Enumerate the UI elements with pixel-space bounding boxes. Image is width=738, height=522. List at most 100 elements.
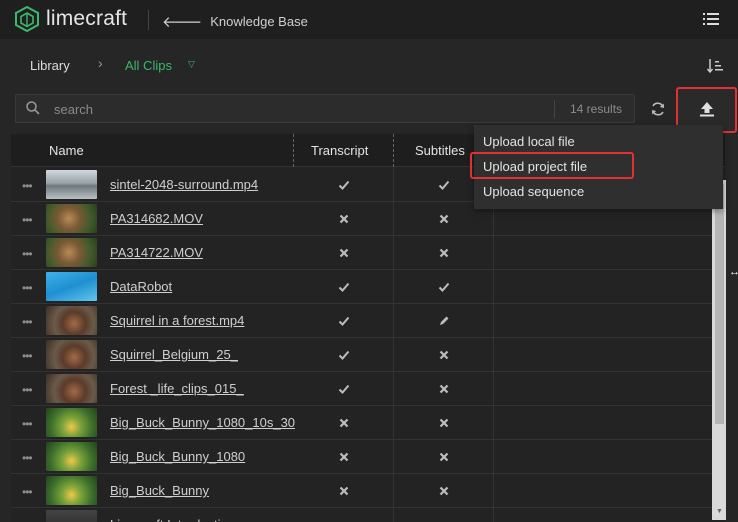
clip-name-link[interactable]: Big_Buck_Bunny_1080_10s_30 — [110, 415, 295, 430]
clip-thumbnail[interactable] — [46, 204, 97, 233]
clip-thumbnail[interactable] — [46, 374, 97, 403]
knowledge-base-link[interactable]: 🡐 Knowledge Base — [162, 12, 308, 31]
subtitles-pencil-icon[interactable] — [438, 314, 450, 326]
subtitles-cross-icon — [438, 212, 450, 224]
breadcrumb-library[interactable]: Library — [30, 58, 70, 73]
table-row[interactable]: •••Limecraft Introduction — [11, 508, 725, 522]
clip-name-link[interactable]: Limecraft Introduction — [110, 517, 295, 522]
scrollbar[interactable]: ▼ — [712, 180, 726, 520]
header-divider — [148, 10, 149, 30]
row-actions-icon[interactable]: ••• — [22, 213, 33, 227]
clip-name-link[interactable]: Squirrel in a forest.mp4 — [110, 313, 295, 328]
sort-icon[interactable] — [707, 58, 723, 74]
column-divider — [493, 338, 494, 372]
clip-thumbnail[interactable] — [46, 238, 97, 267]
search-input[interactable] — [54, 101, 534, 117]
transcript-check-icon — [338, 280, 350, 292]
search-divider — [554, 100, 555, 118]
clip-name-link[interactable]: Big_Buck_Bunny — [110, 483, 295, 498]
table-row[interactable]: ••• Forest _life_clips_015_ — [11, 372, 725, 406]
resize-cursor-icon: ↔ — [729, 266, 738, 278]
transcript-check-icon — [338, 348, 350, 360]
row-actions-icon[interactable]: ••• — [22, 451, 33, 465]
column-divider — [393, 338, 394, 372]
clip-thumbnail[interactable] — [46, 272, 97, 301]
clip-thumbnail[interactable] — [46, 408, 97, 437]
column-divider — [393, 236, 394, 270]
clip-thumbnail[interactable] — [46, 510, 97, 522]
column-divider — [393, 304, 394, 338]
breadcrumb-all-clips[interactable]: All Clips — [125, 58, 172, 73]
clip-name-link[interactable]: Squirrel_Belgium_25_ — [110, 347, 295, 362]
column-divider — [493, 270, 494, 304]
column-divider — [493, 236, 494, 270]
clip-thumbnail[interactable] — [46, 340, 97, 369]
transcript-check-icon — [338, 314, 350, 326]
top-bar: limecraft 🡐 Knowledge Base — [0, 0, 738, 39]
clip-name-link[interactable]: sintel-2048-surround.mp4 — [110, 177, 295, 192]
upload-sequence-item[interactable]: Upload sequence — [483, 184, 584, 199]
row-actions-icon[interactable]: ••• — [22, 247, 33, 261]
row-actions-icon[interactable]: ••• — [22, 179, 33, 193]
list-menu-icon[interactable] — [703, 12, 719, 26]
column-resize-handle[interactable] — [393, 134, 394, 167]
column-divider — [393, 508, 394, 522]
column-divider — [393, 440, 394, 474]
row-actions-icon[interactable]: ••• — [22, 349, 33, 363]
row-actions-icon[interactable]: ••• — [22, 383, 33, 397]
column-divider — [493, 474, 494, 508]
refresh-icon[interactable] — [650, 101, 666, 117]
column-header-transcript[interactable]: Transcript — [311, 143, 368, 158]
column-resize-handle[interactable] — [293, 134, 294, 167]
app-logo[interactable]: limecraft — [14, 6, 127, 32]
clip-thumbnail[interactable] — [46, 170, 97, 199]
transcript-cross-icon — [338, 212, 350, 224]
column-divider — [493, 440, 494, 474]
clip-thumbnail[interactable] — [46, 306, 97, 335]
transcript-cross-icon — [338, 450, 350, 462]
upload-icon — [700, 102, 714, 117]
column-divider — [493, 304, 494, 338]
knowledge-base-label: Knowledge Base — [210, 14, 308, 29]
subtitles-cross-icon — [438, 450, 450, 462]
clip-name-link[interactable]: Forest _life_clips_015_ — [110, 381, 295, 396]
transcript-cross-icon — [338, 484, 350, 496]
clip-name-link[interactable]: Big_Buck_Bunny_1080 — [110, 449, 295, 464]
limecraft-logo-icon — [15, 6, 39, 32]
column-divider — [493, 508, 494, 522]
table-row[interactable]: ••• DataRobot — [11, 270, 725, 304]
clip-name-link[interactable]: PA314722.MOV — [110, 245, 295, 260]
clip-name-link[interactable]: DataRobot — [110, 279, 295, 294]
table-row[interactable]: ••• Big_Buck_Bunny_1080 — [11, 440, 725, 474]
results-count: 14 results — [570, 102, 623, 116]
subtitles-check-icon — [438, 280, 450, 292]
back-arrow-icon: 🡐 — [162, 14, 203, 31]
breadcrumb: Library › All Clips ▽ — [0, 39, 738, 89]
upload-local-file-item[interactable]: Upload local file — [483, 134, 575, 149]
scroll-down-icon[interactable]: ▼ — [716, 508, 723, 515]
table-row[interactable]: ••• Big_Buck_Bunny — [11, 474, 725, 508]
clip-thumbnail[interactable] — [46, 442, 97, 471]
table-row[interactable]: ••• Squirrel_Belgium_25_ — [11, 338, 725, 372]
search-icon — [26, 101, 40, 115]
transcript-check-icon — [338, 382, 350, 394]
scrollbar-thumb[interactable] — [715, 184, 724, 424]
clip-thumbnail[interactable] — [46, 476, 97, 505]
column-header-subtitles[interactable]: Subtitles — [415, 143, 465, 158]
clip-name-link[interactable]: PA314682.MOV — [110, 211, 295, 226]
column-divider — [393, 372, 394, 406]
table-row[interactable]: ••• Big_Buck_Bunny_1080_10s_30 — [11, 406, 725, 440]
subtitles-cross-icon — [438, 416, 450, 428]
chevron-right-icon: › — [98, 55, 103, 71]
column-header-name[interactable]: Name — [49, 143, 84, 158]
subtitles-check-icon — [438, 178, 450, 190]
app-name: limecraft — [46, 7, 128, 30]
chevron-down-icon[interactable]: ▽ — [188, 59, 195, 70]
table-row[interactable]: ••• Squirrel in a forest.mp4 — [11, 304, 725, 338]
row-actions-icon[interactable]: ••• — [22, 315, 33, 329]
row-actions-icon[interactable]: ••• — [22, 417, 33, 431]
column-divider — [393, 270, 394, 304]
table-row[interactable]: ••• PA314722.MOV — [11, 236, 725, 270]
row-actions-icon[interactable]: ••• — [22, 485, 33, 499]
row-actions-icon[interactable]: ••• — [22, 281, 33, 295]
